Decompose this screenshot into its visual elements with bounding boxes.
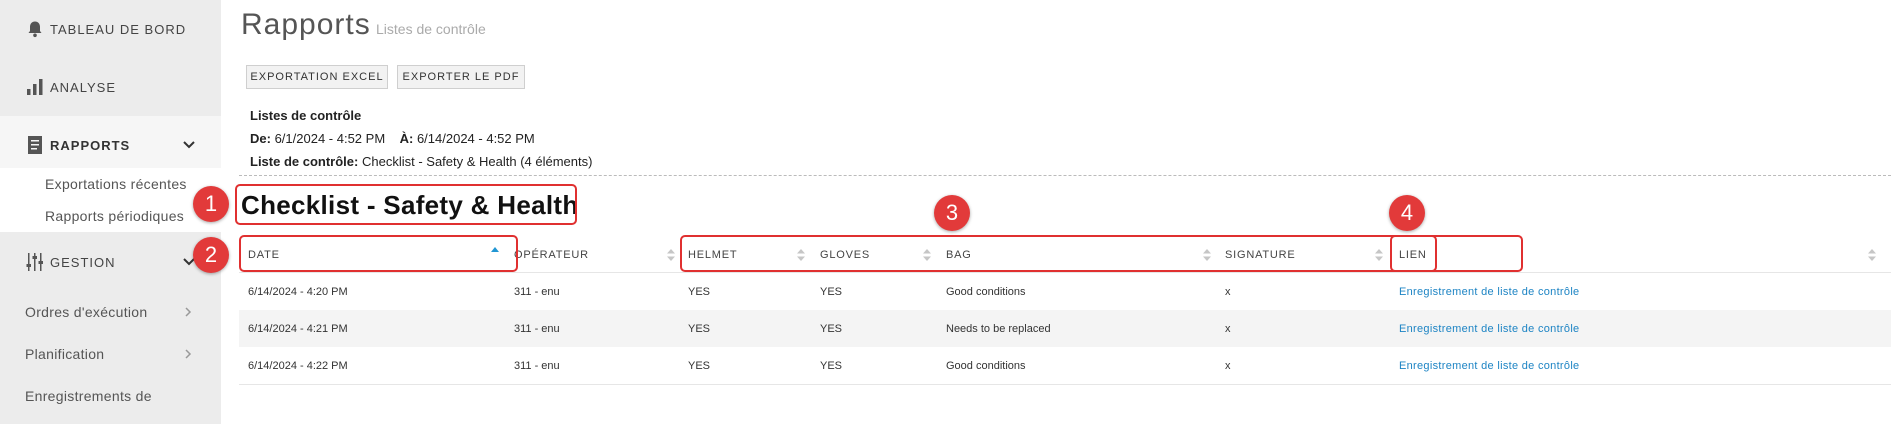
sort-icon[interactable]: [667, 248, 675, 262]
column-header-operator[interactable]: OPÉRATEUR: [514, 240, 589, 270]
annotation-box-2: [239, 235, 518, 272]
sidebar-item-management[interactable]: GESTION: [0, 233, 221, 291]
sliders-icon: [24, 251, 46, 273]
chevron-down-icon: [179, 135, 199, 155]
sidebar-subitem-recent-exports[interactable]: Exportations récentes: [0, 168, 221, 200]
date-range: De: 6/1/2024 - 4:52 PM À: 6/14/2024 - 4:…: [250, 131, 535, 146]
export-excel-button[interactable]: EXPORTATION EXCEL: [246, 65, 388, 89]
sidebar-item-label: RAPPORTS: [50, 137, 131, 153]
sidebar-item-dashboard[interactable]: TABLEAU DE BORD: [0, 0, 221, 58]
sidebar-item-planning[interactable]: Planification: [0, 334, 221, 374]
checklist-record-link[interactable]: Enregistrement de liste de contrôle: [1399, 347, 1579, 384]
sidebar-subitem-periodic-reports[interactable]: Rapports périodiques: [0, 200, 221, 232]
checklist-info: Liste de contrôle: Checklist - Safety & …: [250, 154, 593, 169]
annotation-badge-2: 2: [193, 237, 229, 273]
table-row: 6/14/2024 - 4:21 PM 311 - enu YES YES Ne…: [239, 310, 1891, 347]
main-content: Rapports Listes de contrôle EXPORTATION …: [221, 0, 1892, 424]
bell-icon: [24, 18, 46, 40]
sidebar-item-label: TABLEAU DE BORD: [50, 21, 187, 37]
page-subtitle: Listes de contrôle: [376, 21, 486, 37]
annotation-badge-1: 1: [193, 186, 229, 222]
checklist-record-link[interactable]: Enregistrement de liste de contrôle: [1399, 310, 1579, 347]
table-bottom-border: [239, 384, 1891, 385]
annotation-badge-3: 3: [934, 195, 970, 231]
sidebar-item-analysis[interactable]: ANALYSE: [0, 58, 221, 116]
report-heading: Listes de contrôle: [250, 108, 362, 123]
sidebar-item-label: GESTION: [50, 254, 116, 270]
sidebar: TABLEAU DE BORD ANALYSE RAPPORTS Exporta…: [0, 0, 221, 424]
sort-icon[interactable]: [1868, 248, 1876, 262]
sidebar-item-work-orders[interactable]: Ordres d'exécution: [0, 292, 221, 332]
annotation-box-1: [235, 184, 577, 225]
sidebar-item-reports[interactable]: RAPPORTS: [0, 116, 221, 174]
report-icon: [24, 134, 46, 156]
table-row: 6/14/2024 - 4:20 PM 311 - enu YES YES Go…: [239, 273, 1891, 310]
chevron-right-icon: [181, 304, 195, 320]
divider: [239, 175, 1891, 176]
export-pdf-button[interactable]: EXPORTER LE PDF: [397, 65, 525, 89]
checklist-record-link[interactable]: Enregistrement de liste de contrôle: [1399, 273, 1579, 310]
sidebar-item-label: ANALYSE: [50, 79, 117, 95]
sidebar-item-records[interactable]: Enregistrements de: [0, 376, 221, 416]
table-row: 6/14/2024 - 4:22 PM 311 - enu YES YES Go…: [239, 347, 1891, 384]
annotation-box-4: [1390, 235, 1437, 272]
page-title: Rapports: [241, 8, 371, 41]
bar-chart-icon: [24, 76, 46, 98]
annotation-badge-4: 4: [1389, 195, 1425, 231]
chevron-right-icon: [181, 346, 195, 362]
